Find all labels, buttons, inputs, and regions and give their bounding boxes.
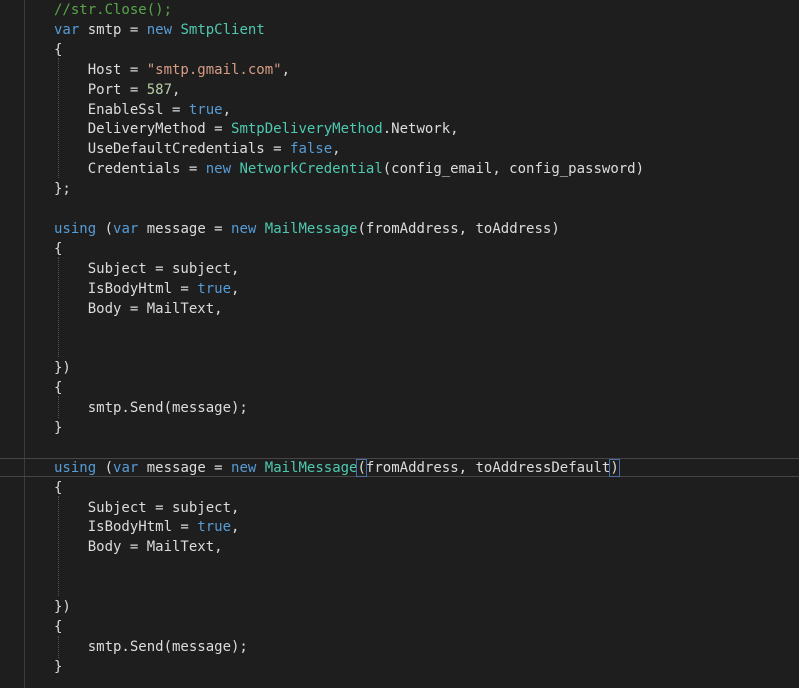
code-token: { [54,479,63,496]
code-token: new [231,459,257,476]
code-line[interactable]: }; [54,180,71,200]
code-line[interactable]: } [54,658,62,678]
code-token: 587 [146,81,173,98]
code-token: }; [54,181,71,198]
code-token: }) [54,360,71,377]
code-token: (config_email, config_password) [382,161,645,178]
code-line[interactable]: DeliveryMethod = SmtpDeliveryMethod.Netw… [54,120,459,140]
code-token: NetworkCredential [239,161,383,178]
code-token: using [54,220,97,237]
code-line[interactable]: }) [54,598,71,618]
code-token: , [231,519,240,536]
code-line[interactable]: UseDefaultCredentials = false, [54,140,341,160]
code-line[interactable]: { [54,240,62,260]
code-token: , [332,141,341,158]
code-line[interactable]: Subject = subject, [54,499,240,519]
code-line[interactable]: { [54,618,62,638]
code-token: { [54,618,63,635]
code-token: smtp.Send(message); [54,400,248,416]
code-token: ( [96,459,114,476]
code-token: var [113,459,139,476]
code-token: smtp.Send(message); [54,638,248,655]
code-line[interactable]: smtp.Send(message); [54,638,248,658]
code-token: true [197,280,232,297]
code-line[interactable]: EnableSsl = true, [54,101,231,121]
code-token: IsBodyHtml = [54,519,198,536]
code-token: new [146,21,173,38]
code-line[interactable]: } [54,419,62,439]
code-line[interactable]: Body = MailText, [54,300,223,320]
code-token: IsBodyHtml = [54,280,198,297]
code-token: message = [138,220,232,237]
code-line[interactable]: Credentials = new NetworkCredential(conf… [54,160,644,180]
code-line[interactable]: IsBodyHtml = true, [54,280,240,300]
code-token: } [54,658,63,675]
code-line[interactable]: { [54,41,62,61]
code-line[interactable]: using (var message = new MailMessage(fro… [54,220,560,240]
code-token: "smtp.gmail.com" [146,61,282,78]
code-token: } [54,419,63,436]
code-token: { [54,41,63,58]
code-line[interactable]: { [54,479,62,499]
code-token: true [197,519,232,536]
code-token: ( [96,220,114,237]
code-token: new [205,161,232,178]
code-line[interactable]: //str.Close(); [54,1,172,21]
code-token: MailMessage [264,459,358,476]
code-line[interactable]: Subject = subject, [54,260,240,280]
code-editor[interactable]: //str.Close(); var smtp = new SmtpClient{… [0,0,799,688]
code-token: ( [356,458,367,477]
code-line[interactable]: smtp.Send(message); [54,399,248,419]
code-token: Port = [54,81,147,98]
code-token: , [231,280,240,297]
code-token: EnableSsl = [54,101,189,118]
code-token: //str.Close(); [54,2,173,18]
code-token: , [222,101,232,118]
code-token: true [188,101,223,118]
code-token: }) [54,599,71,615]
code-token: Credentials = [54,161,206,178]
code-token: using [54,459,97,476]
code-token: smtp = [79,21,147,38]
code-token: MailMessage [264,220,358,237]
code-token: Host = [54,61,147,78]
code-line[interactable]: Port = 587, [54,81,181,101]
code-token: message = [138,459,232,476]
code-token: var [54,21,80,38]
code-token: fromAddress, toAddressDefault [365,459,611,476]
code-token: SmtpClient [180,21,265,38]
code-line[interactable]: }) [54,359,71,379]
code-line[interactable]: var smtp = new SmtpClient [54,21,265,41]
code-line[interactable]: IsBodyHtml = true, [54,518,240,538]
editor-gutter-border [24,0,25,688]
code-token: var [113,220,139,237]
code-line[interactable]: using (var message = new MailMessage(fro… [54,458,620,479]
code-token: { [54,380,63,397]
code-token: Subject = subject, [54,499,240,516]
code-line[interactable]: { [54,379,62,399]
code-token: , [172,81,181,98]
code-line[interactable]: Host = "smtp.gmail.com", [54,61,290,81]
code-token: Subject = subject, [54,260,240,277]
code-line[interactable]: Body = MailText, [54,538,223,558]
code-token: .Network, [382,121,459,138]
code-token: , [281,61,291,78]
code-token: Body = MailText, [54,539,223,556]
code-token: SmtpDeliveryMethod [231,121,383,138]
code-token: false [290,141,333,158]
code-token: (fromAddress, toAddress) [357,220,560,237]
code-token: { [54,240,63,257]
code-token: UseDefaultCredentials = [54,141,291,158]
code-token: Body = MailText, [54,300,223,317]
code-token: ) [609,458,620,477]
code-token: DeliveryMethod = [54,121,232,138]
code-token: new [231,220,257,237]
